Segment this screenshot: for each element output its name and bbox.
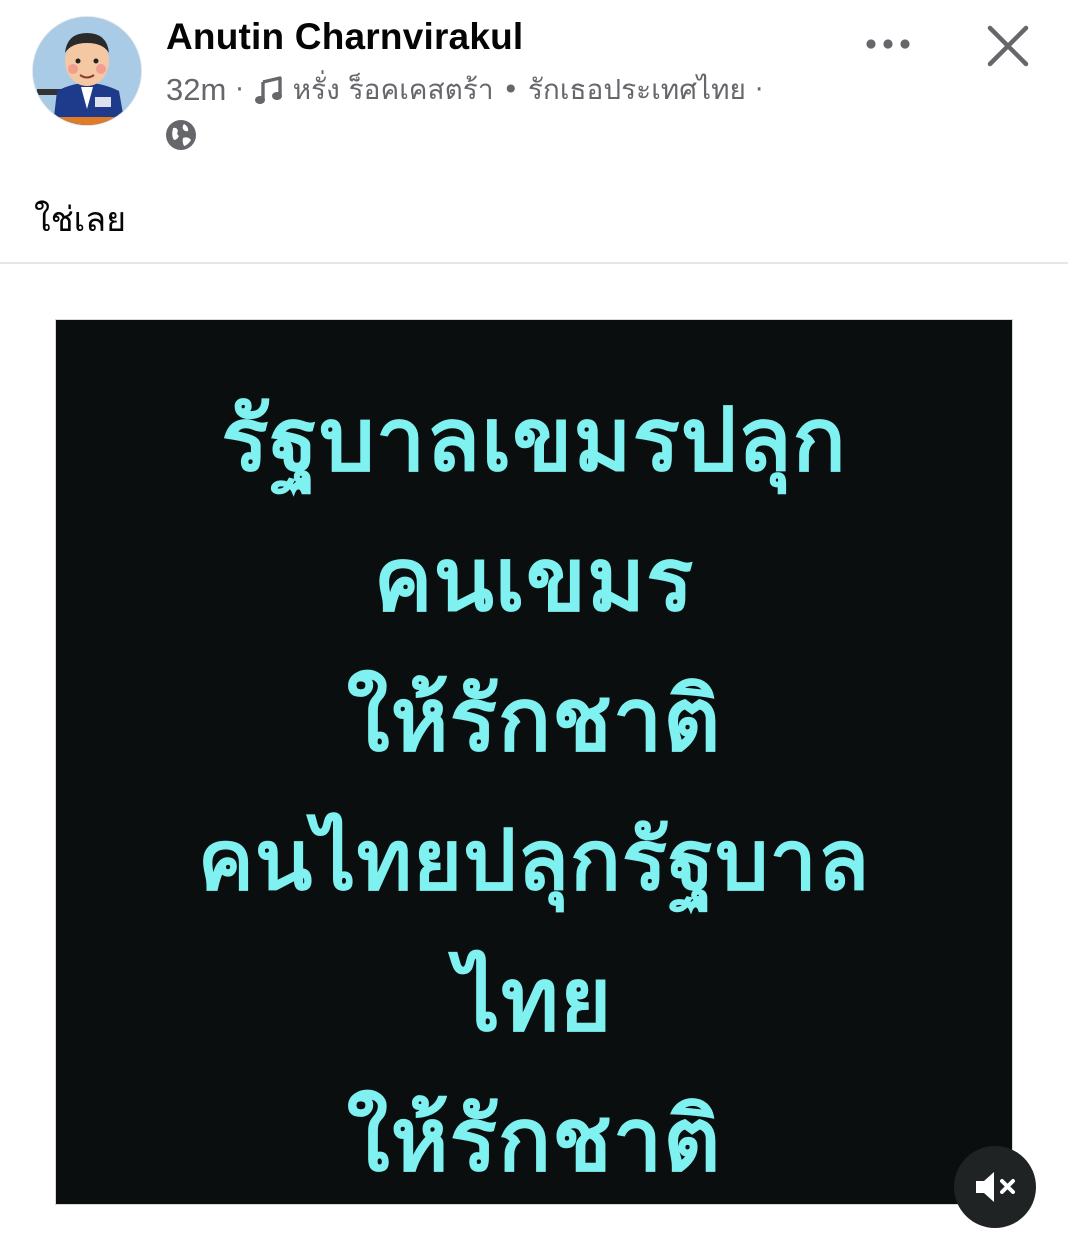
speaker-muted-icon	[976, 1172, 1015, 1202]
close-button[interactable]	[980, 18, 1036, 74]
author-name[interactable]: Anutin Charnvirakul	[166, 16, 523, 58]
image-text-line: ไทย	[455, 948, 613, 1051]
author-avatar[interactable]	[33, 17, 141, 125]
image-text-line: รัฐบาลเขมรปลุก	[221, 388, 847, 491]
globe-icon[interactable]	[164, 118, 198, 152]
music-note-icon	[254, 76, 282, 104]
post-time[interactable]: 32m	[166, 72, 226, 108]
image-text-line: คนไทยปลุกรัฐบาล	[197, 811, 871, 909]
mute-button[interactable]	[954, 1146, 1036, 1228]
post-image[interactable]: รัฐบาลเขมรปลุก คนเขมร ให้รักชาติ คนไทยปล…	[56, 320, 1012, 1204]
image-text-line: คนเขมร	[373, 528, 695, 631]
post-header: Anutin Charnvirakul 32m · หรั่ง ร็อคเคสต…	[0, 0, 1068, 170]
post-meta: 32m · หรั่ง ร็อคเคสตร้า • รักเธอประเทศไท…	[166, 70, 772, 110]
avatar-cartoon-icon	[33, 17, 141, 125]
meta-separator: ·	[235, 75, 244, 105]
divider	[0, 262, 1068, 264]
more-options-icon	[866, 39, 910, 49]
more-options-button[interactable]	[858, 22, 918, 66]
image-text-block: รัฐบาลเขมรปลุก คนเขมร ให้รักชาติ คนไทยปล…	[56, 370, 1012, 1204]
image-text-line: ให้รักชาติ	[346, 1088, 722, 1191]
song-link[interactable]: หรั่ง ร็อคเคสตร้า • รักเธอประเทศไทย	[293, 68, 746, 112]
meta-separator-trailing: ·	[754, 75, 764, 105]
image-text-line: ให้รักชาติ	[346, 668, 722, 771]
close-icon	[987, 25, 1029, 67]
post-caption: ใช่เลย	[34, 200, 127, 240]
